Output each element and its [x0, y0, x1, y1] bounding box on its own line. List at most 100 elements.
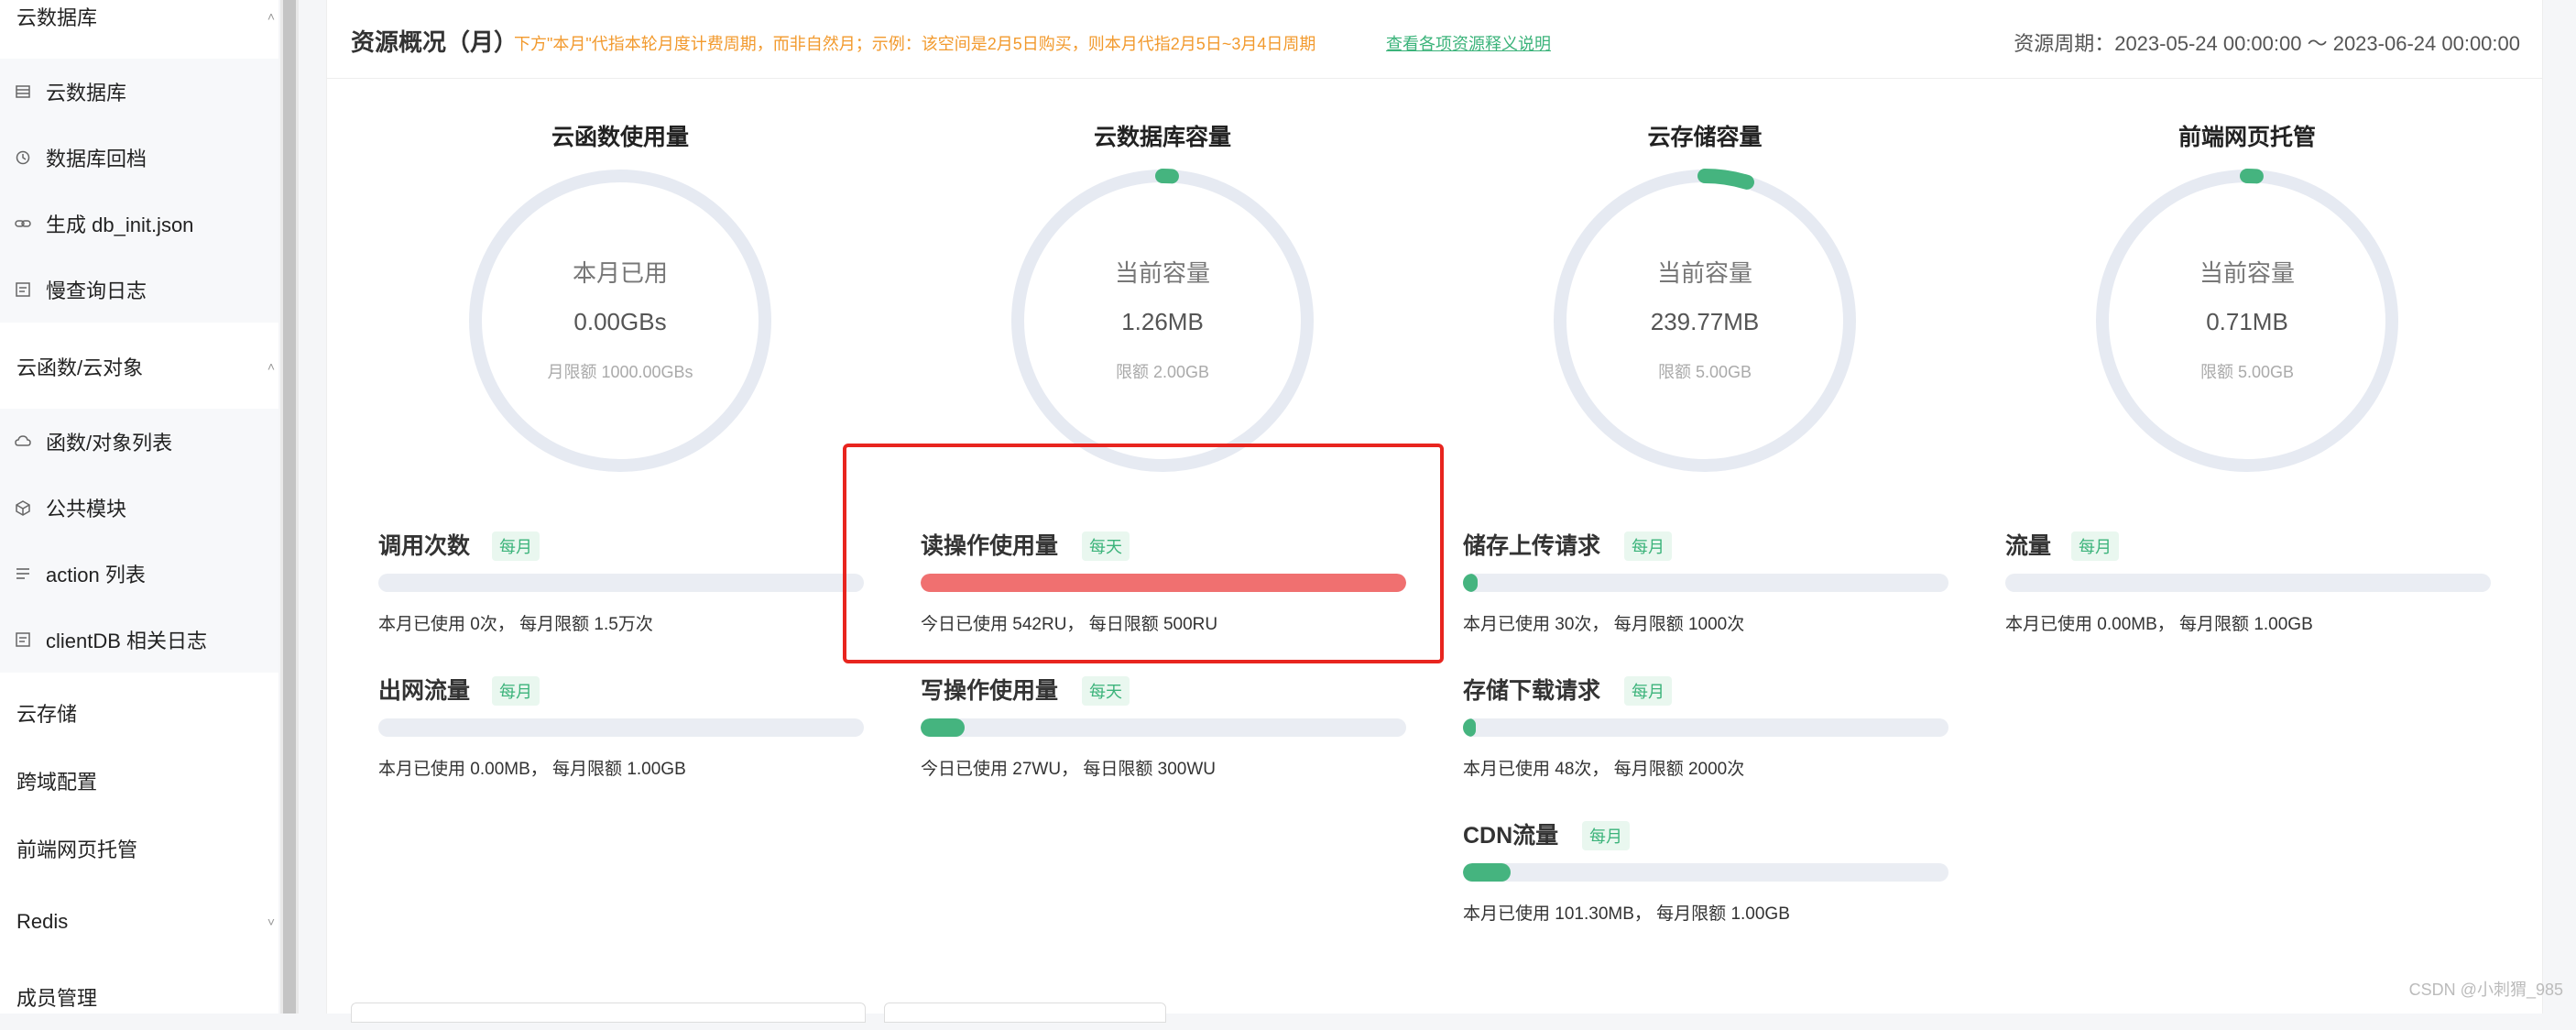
usage-bar: [378, 718, 864, 737]
metric-description: 本月已使用 30次， 每月限额 1000次: [1463, 615, 1745, 634]
usage-bar: [378, 574, 864, 592]
usage-bar: [1463, 718, 1948, 737]
sidebar-item-web-hosting[interactable]: 前端网页托管: [0, 816, 278, 882]
metric-description: 本月已使用 0.00MB， 每月限额 1.00GB: [2005, 615, 2313, 634]
scrollbar-thumb[interactable]: [283, 0, 296, 1014]
gauge-cloud-function: 云函数使用量 本月已用 0.00GBs 月限额 1000.00GBs: [464, 119, 776, 472]
log-icon: [13, 630, 33, 650]
sidebar-item-label: 成员管理: [16, 987, 98, 1010]
sidebar-group-label: 云数据库: [16, 6, 98, 29]
gauge-value: 1.26MB: [1121, 308, 1204, 335]
period-badge: 每月: [1624, 676, 1672, 706]
usage-bar-fill: [921, 718, 965, 737]
gauge-value: 0.71MB: [2206, 308, 2288, 335]
usage-bar: [2005, 574, 2491, 592]
billing-note: 下方"本月"代指本轮月度计费周期，而非自然月；示例：该空间是2月5日购买，则本月…: [514, 35, 1316, 53]
resource-definition-link[interactable]: 查看各项资源释义说明: [1386, 31, 1551, 55]
sidebar-item-common-modules[interactable]: 公共模块: [0, 475, 278, 541]
gauge-limit: 月限额 1000.00GBs: [547, 363, 693, 381]
sidebar-group-functions[interactable]: 云函数/云对象 ˄: [0, 334, 278, 400]
chevron-down-icon: ˅: [267, 915, 275, 929]
gauge-limit: 限额 5.00GB: [1657, 363, 1752, 381]
gauge-web-hosting: 前端网页托管 当前容量 0.71MB 限额 5.00GB: [2091, 119, 2403, 473]
metric-description: 本月已使用 101.30MB， 每月限额 1.00GB: [1463, 904, 1790, 924]
sidebar-item-label: action 列表: [46, 564, 146, 586]
metric-download-requests: 存储下载请求 每月 本月已使用 48次， 每月限额 2000次: [1463, 673, 1948, 792]
sidebar-item-label: 前端网页托管: [16, 838, 138, 861]
gauge-label: 当前容量: [1656, 259, 1752, 287]
sidebar-group-database[interactable]: 云数据库 ˄: [0, 0, 278, 49]
metric-write-ops: 写操作使用量 每天 今日已使用 27WU， 每日限额 300WU: [921, 673, 1406, 792]
chevron-up-icon: ˄: [267, 9, 275, 24]
cube-icon: [13, 498, 33, 518]
sidebar-item-redis[interactable]: Redis ˅: [0, 889, 278, 955]
metric-title: 存储下载请求: [1463, 678, 1601, 704]
card-header: 资源概况（月） 下方"本月"代指本轮月度计费周期，而非自然月；示例：该空间是2月…: [327, 0, 2542, 79]
sidebar-item-label: 函数/对象列表: [46, 432, 173, 455]
link-icon: [13, 214, 33, 234]
period-badge: 每天: [1082, 676, 1130, 706]
sidebar-item-action-list[interactable]: action 列表: [0, 541, 278, 607]
period-badge: 每月: [1624, 531, 1672, 561]
gauge-database: 云数据库容量 当前容量 1.26MB 限额 2.00GB: [1007, 119, 1318, 473]
sidebar-item-slow-query-log[interactable]: 慢查询日志: [0, 257, 278, 323]
period-badge: 每月: [492, 676, 540, 706]
sidebar-group-label: 云函数/云对象: [16, 356, 144, 379]
usage-bar-fill: [1463, 574, 1478, 592]
sidebar-item-label: 公共模块: [46, 498, 127, 520]
sidebar-item-cloud-storage[interactable]: 云存储: [0, 680, 278, 746]
gauge-limit: 限额 5.00GB: [2199, 363, 2295, 381]
metric-title: 流量: [2005, 533, 2052, 559]
sidebar-item-label: Redis: [16, 910, 69, 933]
usage-bar-fill: [1463, 718, 1476, 737]
sidebar-item-label: 慢查询日志: [46, 279, 147, 302]
watermark: CSDN @小刺猬_985: [2408, 981, 2563, 999]
metric-egress: 出网流量 每月 本月已使用 0.00MB， 每月限额 1.00GB: [378, 673, 864, 792]
sidebar-item-db-init[interactable]: 生成 db_init.json: [0, 191, 278, 257]
log-icon: [13, 279, 33, 300]
sidebar-item-db-rollback[interactable]: 数据库回档: [0, 125, 278, 191]
metric-traffic: 流量 每月 本月已使用 0.00MB， 每月限额 1.00GB: [2005, 528, 2491, 647]
metric-title: CDN流量: [1463, 823, 1559, 849]
usage-bar: [921, 718, 1406, 737]
metric-title: 调用次数: [378, 533, 471, 559]
sidebar-item-database[interactable]: 云数据库: [0, 59, 278, 125]
chevron-up-icon: ˄: [267, 359, 275, 374]
sidebar-item-label: clientDB 相关日志: [46, 630, 208, 652]
page-title: 资源概况（月）: [351, 28, 518, 56]
period-badge: 每月: [492, 531, 540, 561]
metric-description: 今日已使用 27WU， 每日限额 300WU: [921, 760, 1216, 779]
bottom-panel-tab[interactable]: [884, 1003, 1166, 1023]
sidebar-item-label: 云存储: [16, 703, 78, 726]
gauge-title: 云函数使用量: [551, 125, 689, 150]
annotation-highlight-box: [843, 444, 1444, 663]
metric-description: 本月已使用 48次， 每月限额 2000次: [1463, 760, 1745, 779]
gauge-label: 本月已用: [572, 259, 668, 287]
sidebar-item-label: 云数据库: [46, 82, 127, 104]
bottom-panel-tab[interactable]: [351, 1003, 866, 1023]
sidebar-item-function-list[interactable]: 函数/对象列表: [0, 409, 278, 475]
sidebar-item-cors[interactable]: 跨域配置: [0, 748, 278, 814]
history-icon: [13, 148, 33, 168]
sidebar: 云数据库 ˄ 云数据库 数据库回档 生成 db_init.json 慢查询日志 …: [0, 0, 278, 1014]
usage-bar-fill: [1463, 863, 1512, 882]
metric-title: 储存上传请求: [1463, 533, 1601, 559]
usage-bar: [1463, 574, 1948, 592]
metric-description: 本月已使用 0次， 每月限额 1.5万次: [378, 615, 653, 634]
metric-description: 本月已使用 0.00MB， 每月限额 1.00GB: [378, 760, 686, 779]
metric-title: 写操作使用量: [921, 678, 1059, 704]
gauge-label: 当前容量: [1114, 259, 1210, 287]
sidebar-item-clientdb-log[interactable]: clientDB 相关日志: [0, 607, 278, 673]
resource-period: 资源周期：2023-05-24 00:00:00 ～ 2023-06-24 00…: [2014, 32, 2520, 55]
gauge-title: 云数据库容量: [1093, 125, 1231, 150]
metric-upload-requests: 储存上传请求 每月 本月已使用 30次， 每月限额 1000次: [1463, 528, 1948, 647]
metric-cdn-traffic: CDN流量 每月 本月已使用 101.30MB， 每月限额 1.00GB: [1463, 817, 1948, 937]
gauge-value: 0.00GBs: [573, 308, 667, 335]
list-icon: [13, 564, 33, 584]
gauge-cloud-storage: 云存储容量 当前容量 239.77MB 限额 5.00GB: [1549, 119, 1861, 473]
sidebar-item-label: 数据库回档: [46, 148, 147, 170]
period-badge: 每月: [1582, 821, 1630, 850]
gauge-value: 239.77MB: [1650, 308, 1760, 335]
sidebar-item-members[interactable]: 成员管理: [0, 964, 278, 1030]
gauge-title: 云存储容量: [1647, 125, 1763, 150]
